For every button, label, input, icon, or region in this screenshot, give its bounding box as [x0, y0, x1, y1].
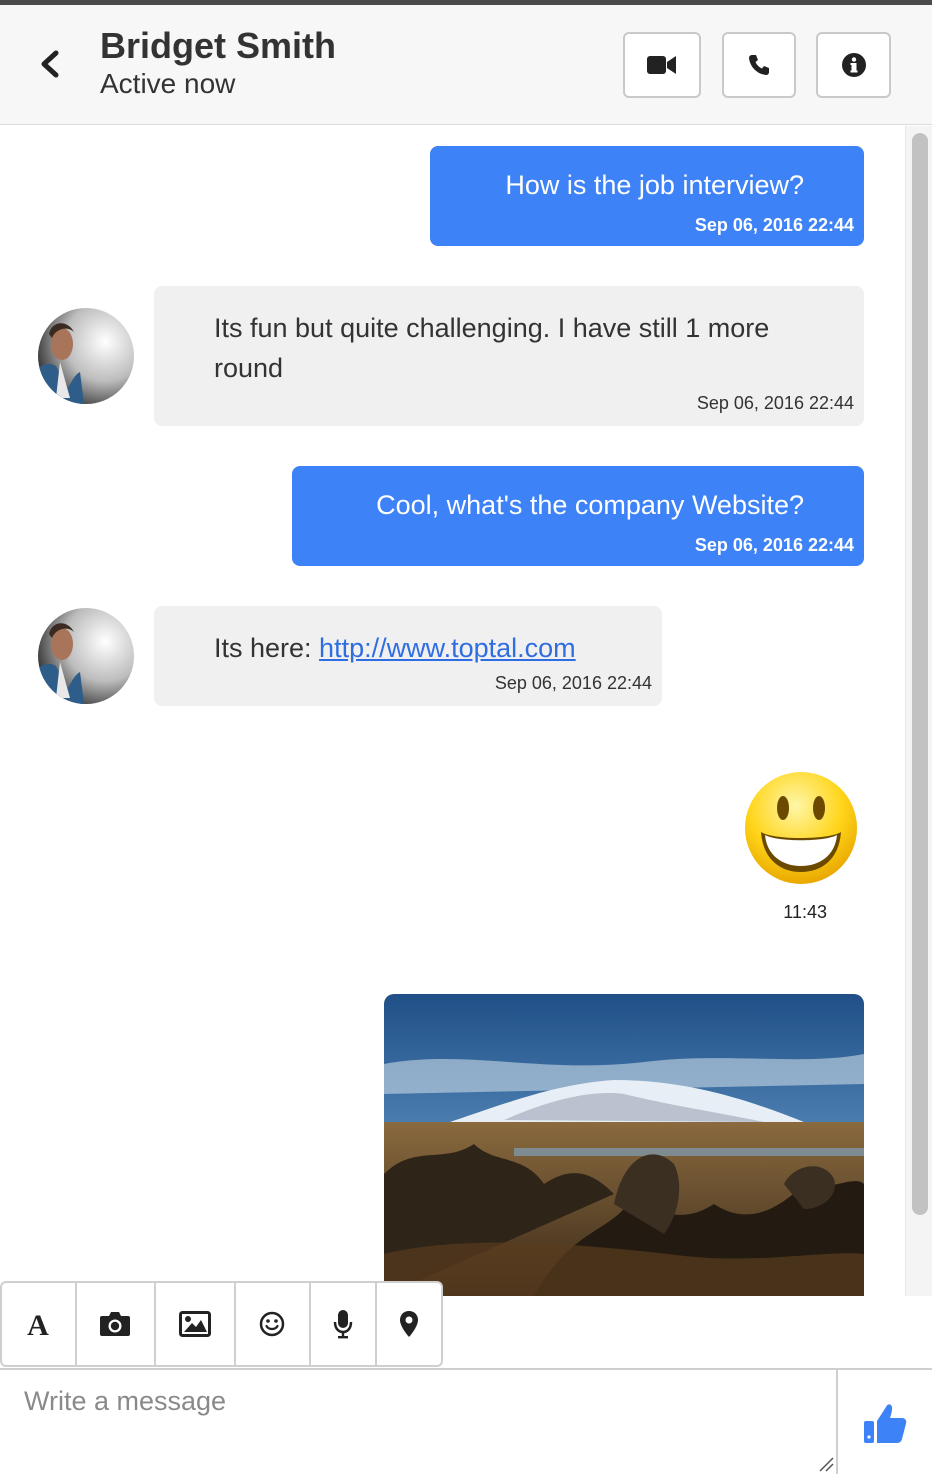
svg-text:A: A: [27, 1309, 49, 1339]
message-timestamp: Sep 06, 2016 22:44: [694, 215, 854, 235]
emoji-button[interactable]: [236, 1283, 311, 1365]
incoming-message: Its fun but quite challenging. I have st…: [154, 286, 864, 426]
microphone-icon: [333, 1310, 353, 1339]
incoming-message: Its here: http://www.toptal.com Sep 06, …: [154, 606, 662, 706]
info-button[interactable]: [816, 32, 891, 98]
camera-button[interactable]: [77, 1283, 157, 1365]
message-text: Cool, what's the company Website?: [376, 490, 804, 520]
outgoing-message: Cool, what's the company Website? Sep 06…: [292, 466, 864, 566]
contact-status: Active now: [100, 68, 236, 99]
message-composer: [0, 1368, 932, 1474]
scrollbar-thumb[interactable]: [912, 133, 928, 1215]
message-timestamp: Sep 06, 2016 22:44: [494, 673, 652, 693]
avatar: [38, 608, 134, 704]
back-button[interactable]: [32, 45, 70, 83]
snowy-mountain-landscape-photo: [384, 994, 864, 1296]
message-timestamp: Sep 06, 2016 22:44: [696, 393, 854, 413]
grinning-face-emoji: [745, 772, 857, 884]
message-list[interactable]: How is the job interview? Sep 06, 2016 2…: [0, 126, 905, 1296]
message-text: Its here: http://www.toptal.com: [214, 628, 576, 668]
text-format-button[interactable]: A: [2, 1283, 77, 1365]
contact-avatar-image: [38, 308, 134, 404]
shared-image[interactable]: [384, 994, 864, 1296]
video-camera-icon: [647, 56, 676, 74]
phone-icon: [749, 55, 769, 75]
image-icon: [179, 1311, 212, 1337]
message-text: How is the job interview?: [505, 170, 804, 200]
camera-icon: [100, 1312, 131, 1336]
resize-grip-icon[interactable]: [818, 1456, 834, 1472]
contact-name: Bridget Smith: [100, 25, 337, 66]
thumbs-up-icon: [864, 1404, 907, 1443]
emoji-icon: [260, 1311, 285, 1337]
message-timestamp: Sep 06, 2016 22:44: [694, 535, 854, 555]
message-text-prefix: Its here:: [214, 633, 320, 663]
like-send-button[interactable]: [850, 1390, 920, 1456]
message-input[interactable]: [0, 1370, 838, 1474]
message-link[interactable]: http://www.toptal.com: [319, 633, 576, 663]
attachment-toolbar: A: [0, 1281, 443, 1367]
text-format-icon: A: [27, 1309, 49, 1339]
location-pin-icon: [400, 1311, 419, 1337]
location-button[interactable]: [377, 1283, 441, 1365]
contact-avatar-image: [38, 608, 134, 704]
outgoing-message: How is the job interview? Sep 06, 2016 2…: [430, 146, 864, 246]
message-text: Its fun but quite challenging. I have st…: [214, 313, 770, 383]
video-call-button[interactable]: [623, 32, 701, 98]
info-icon: [841, 53, 866, 77]
image-button[interactable]: [156, 1283, 236, 1365]
avatar: [38, 308, 134, 404]
chat-header: Bridget Smith Active now: [0, 5, 932, 125]
chevron-left-icon: [41, 50, 59, 78]
microphone-button[interactable]: [311, 1283, 378, 1365]
voice-call-button[interactable]: [722, 32, 796, 98]
message-timestamp: 11:43: [783, 902, 827, 922]
